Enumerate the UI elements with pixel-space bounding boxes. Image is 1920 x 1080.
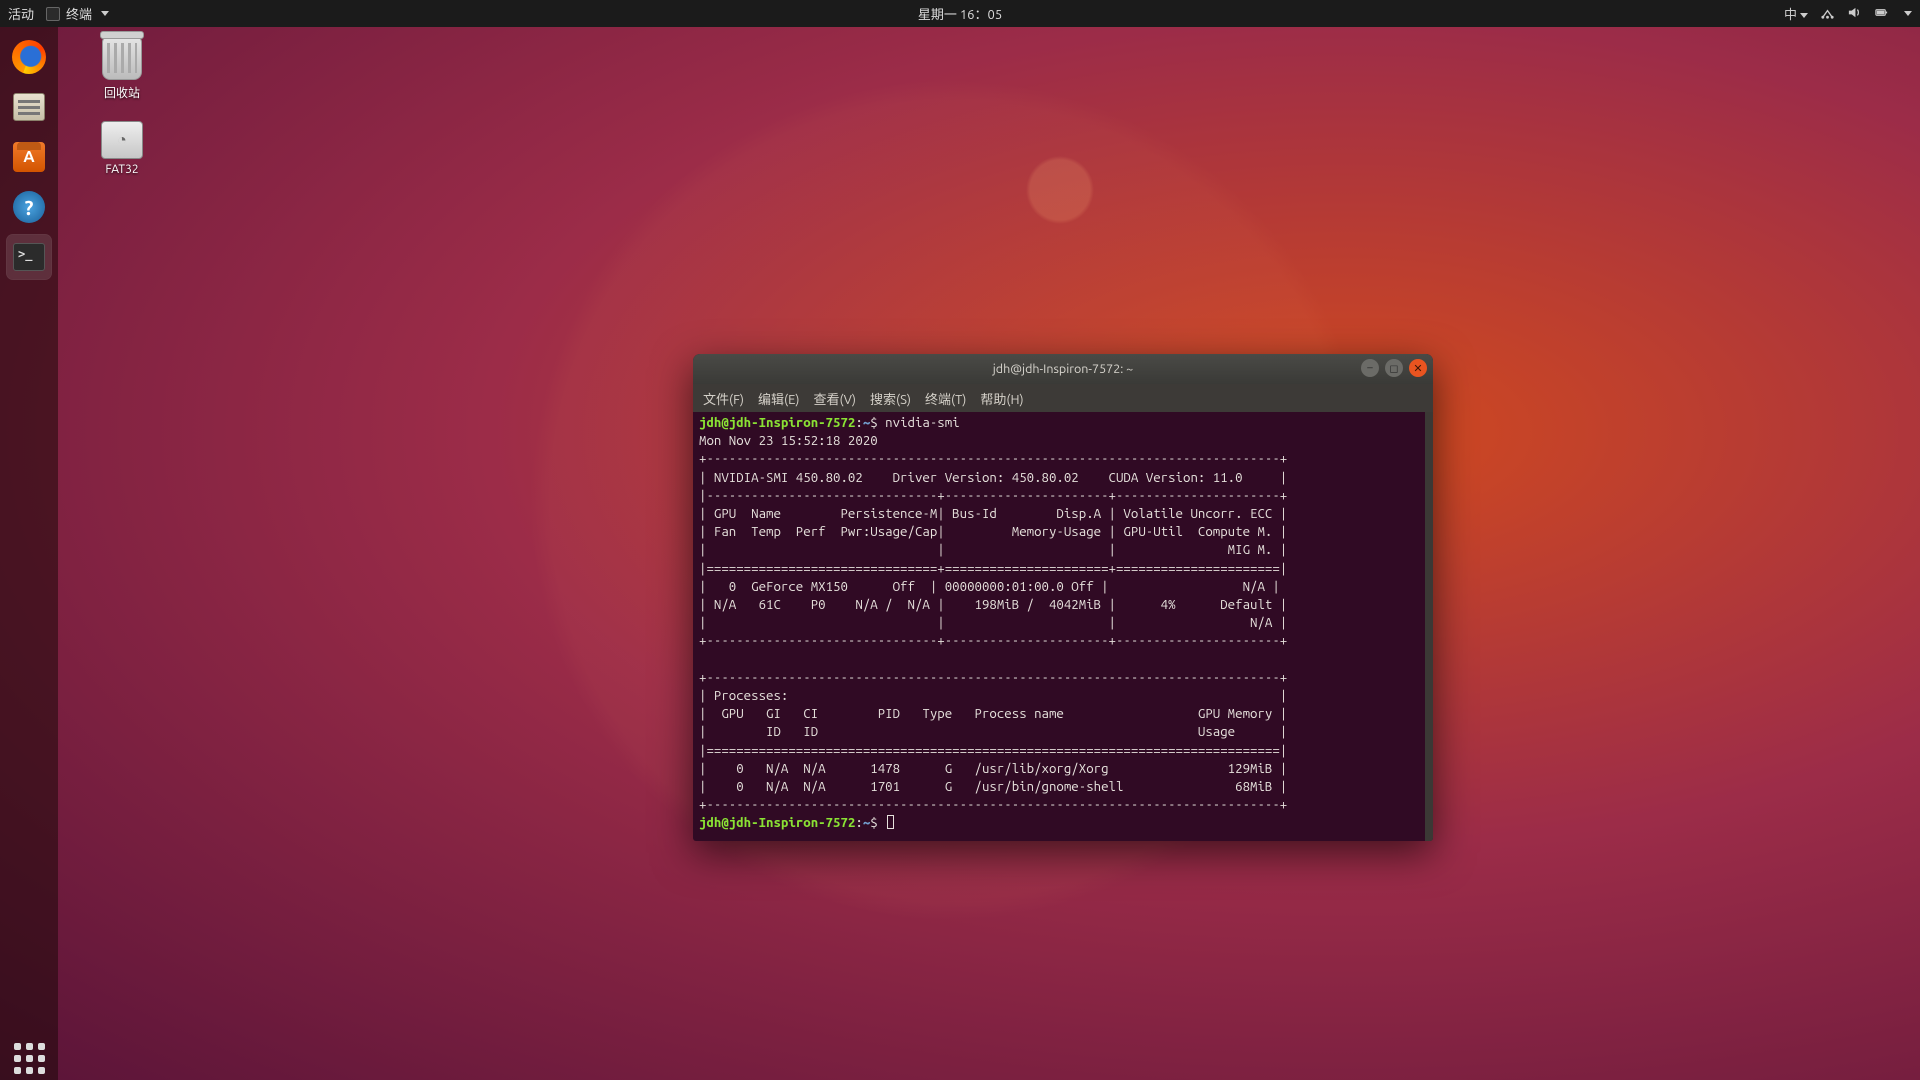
system-menu-caret[interactable] bbox=[1904, 11, 1912, 16]
desktop-icon-label: FAT32 bbox=[105, 163, 138, 176]
dock-item-help[interactable]: ? bbox=[7, 185, 51, 229]
show-applications-button[interactable] bbox=[7, 1036, 51, 1080]
network-icon[interactable] bbox=[1820, 5, 1835, 23]
ubuntu-dock: ? bbox=[0, 27, 58, 1080]
terminal-window: jdh@jdh-Inspiron-7572: ~ – ◻ ✕ 文件(F) 编辑(… bbox=[693, 354, 1433, 841]
desktop-icons: 回收站 FAT32 bbox=[80, 36, 164, 176]
terminal-icon bbox=[46, 7, 60, 21]
app-indicator-label: 终端 bbox=[66, 4, 92, 23]
battery-icon[interactable] bbox=[1874, 5, 1889, 23]
terminal-icon bbox=[13, 243, 45, 271]
volume-icon[interactable] bbox=[1847, 5, 1862, 23]
window-maximize-button[interactable]: ◻ bbox=[1385, 359, 1403, 377]
menu-edit[interactable]: 编辑(E) bbox=[758, 389, 799, 408]
dock-item-firefox[interactable] bbox=[7, 35, 51, 79]
files-icon bbox=[13, 93, 45, 121]
terminal-content[interactable]: jdh@jdh-Inspiron-7572:~$ nvidia-smi Mon … bbox=[693, 412, 1433, 841]
firefox-icon bbox=[12, 40, 46, 74]
dock-item-terminal[interactable] bbox=[7, 235, 51, 279]
menu-view[interactable]: 查看(V) bbox=[814, 389, 856, 408]
menu-help[interactable]: 帮助(H) bbox=[980, 389, 1023, 408]
terminal-menubar: 文件(F) 编辑(E) 查看(V) 搜索(S) 终端(T) 帮助(H) bbox=[693, 384, 1433, 412]
disk-icon bbox=[101, 121, 143, 159]
activities-button[interactable]: 活动 bbox=[8, 4, 34, 23]
desktop-icon-fat32[interactable]: FAT32 bbox=[80, 121, 164, 176]
desktop-icon-label: 回收站 bbox=[104, 84, 140, 101]
chevron-down-icon bbox=[1800, 13, 1808, 18]
window-title: jdh@jdh-Inspiron-7572: ~ bbox=[993, 362, 1133, 376]
window-minimize-button[interactable]: – bbox=[1361, 359, 1379, 377]
trash-icon bbox=[102, 36, 142, 80]
clock-label: 星期一 16：05 bbox=[918, 4, 1002, 23]
gnome-top-panel: 活动 终端 星期一 16：05 中 bbox=[0, 0, 1920, 27]
software-icon bbox=[13, 142, 45, 172]
desktop-icon-trash[interactable]: 回收站 bbox=[80, 36, 164, 101]
chevron-down-icon bbox=[101, 11, 109, 16]
dock-item-software[interactable] bbox=[7, 135, 51, 179]
window-titlebar[interactable]: jdh@jdh-Inspiron-7572: ~ – ◻ ✕ bbox=[693, 354, 1433, 384]
dock-item-files[interactable] bbox=[7, 85, 51, 129]
help-icon: ? bbox=[13, 191, 45, 223]
menu-file[interactable]: 文件(F) bbox=[703, 389, 744, 408]
menu-terminal[interactable]: 终端(T) bbox=[925, 389, 966, 408]
window-close-button[interactable]: ✕ bbox=[1409, 359, 1427, 377]
menu-search[interactable]: 搜索(S) bbox=[870, 389, 911, 408]
app-indicator[interactable]: 终端 bbox=[46, 4, 109, 23]
panel-clock[interactable]: 星期一 16：05 bbox=[918, 4, 1002, 23]
input-method-indicator[interactable]: 中 bbox=[1784, 4, 1808, 23]
